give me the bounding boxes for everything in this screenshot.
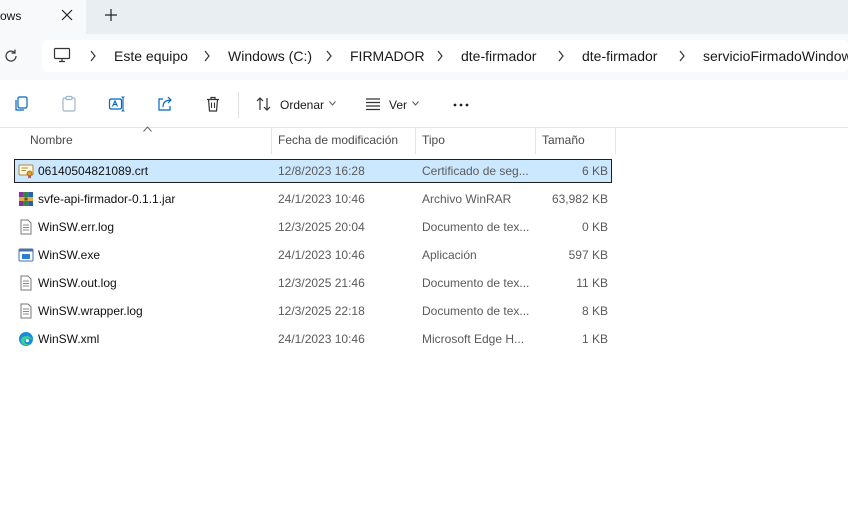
file-size: 6 KB [581, 164, 608, 178]
file-row[interactable]: WinSW.xml 24/1/2023 10:46 Microsoft Edge… [14, 327, 612, 351]
file-size: 63,982 KB [551, 192, 608, 206]
file-name: 06140504821089.crt [38, 164, 149, 178]
file-size: 597 KB [568, 248, 608, 262]
column-header-type[interactable]: Tipo [422, 133, 445, 147]
file-date: 12/3/2025 21:46 [278, 276, 365, 290]
chevron-right-icon[interactable] [89, 50, 97, 62]
breadcrumb-item[interactable]: Windows (C:) [228, 48, 312, 64]
sort-icon[interactable] [255, 95, 273, 113]
column-divider[interactable] [271, 128, 272, 154]
chevron-right-icon[interactable] [325, 50, 333, 62]
file-date: 12/3/2025 20:04 [278, 220, 365, 234]
file-type: Aplicación [422, 248, 477, 262]
sort-ascending-icon [143, 126, 152, 132]
command-bar [0, 80, 848, 128]
file-type: Documento de tex... [422, 276, 530, 290]
breadcrumb-item[interactable]: dte-firmador [461, 48, 536, 64]
new-tab-icon[interactable] [104, 8, 118, 22]
chevron-down-icon[interactable] [329, 101, 336, 106]
chevron-right-icon[interactable] [678, 50, 686, 62]
file-name: svfe-api-firmador-0.1.1.jar [38, 192, 176, 206]
text-file-icon [20, 303, 32, 319]
more-options-icon[interactable] [452, 95, 470, 113]
file-row[interactable]: WinSW.exe 24/1/2023 10:46 Aplicación 597… [14, 243, 612, 267]
file-name: WinSW.xml [38, 332, 100, 346]
chevron-right-icon[interactable] [436, 50, 444, 62]
breadcrumb-item[interactable]: dte-firmador [582, 48, 657, 64]
text-file-icon [20, 275, 32, 291]
delete-icon[interactable] [204, 95, 222, 113]
view-icon[interactable] [364, 95, 382, 113]
column-header-name[interactable]: Nombre [30, 133, 73, 147]
column-divider[interactable] [615, 128, 616, 154]
breadcrumb-item[interactable]: Este equipo [114, 48, 188, 64]
computer-icon[interactable] [53, 47, 71, 63]
sort-button[interactable]: Ordenar [280, 98, 324, 112]
tab-bar [0, 0, 848, 34]
close-icon[interactable] [60, 8, 74, 22]
tab-current[interactable]: ows [0, 0, 86, 34]
file-name: WinSW.wrapper.log [38, 304, 143, 318]
file-type: Documento de tex... [422, 304, 530, 318]
text-file-icon [20, 219, 32, 235]
file-row[interactable]: WinSW.out.log 12/3/2025 21:46 Documento … [14, 271, 612, 295]
certificate-icon [18, 164, 34, 179]
breadcrumb-item[interactable]: servicioFirmadoWindow [703, 48, 848, 64]
file-date: 24/1/2023 10:46 [278, 192, 365, 206]
share-icon[interactable] [156, 95, 174, 113]
paste-icon[interactable] [60, 95, 78, 113]
file-date: 12/8/2023 16:28 [278, 164, 365, 178]
refresh-icon[interactable] [3, 48, 19, 64]
edge-icon [19, 332, 33, 346]
file-row[interactable]: svfe-api-firmador-0.1.1.jar 24/1/2023 10… [14, 187, 612, 211]
winrar-icon [19, 192, 33, 206]
file-name: WinSW.exe [38, 248, 101, 262]
file-name: WinSW.out.log [38, 276, 117, 290]
file-name: WinSW.err.log [38, 220, 115, 234]
file-date: 12/3/2025 22:18 [278, 304, 365, 318]
chevron-down-icon[interactable] [412, 101, 419, 106]
file-size: 8 KB [581, 304, 608, 318]
file-date: 24/1/2023 10:46 [278, 248, 365, 262]
file-row[interactable]: WinSW.wrapper.log 12/3/2025 22:18 Docume… [14, 299, 612, 323]
copy-icon[interactable] [12, 95, 30, 113]
column-header-date[interactable]: Fecha de modificación [278, 133, 398, 147]
tab-title: ows [0, 9, 22, 23]
file-type: Documento de tex... [422, 220, 530, 234]
breadcrumb-item[interactable]: FIRMADOR [350, 48, 425, 64]
file-type: Archivo WinRAR [422, 192, 512, 206]
column-divider[interactable] [415, 128, 416, 154]
file-row[interactable]: WinSW.err.log 12/3/2025 20:04 Documento … [14, 215, 612, 239]
file-size: 11 KB [576, 276, 608, 290]
view-button[interactable]: Ver [389, 98, 407, 112]
file-type: Microsoft Edge H... [422, 332, 525, 346]
file-type: Certificado de seg... [422, 164, 529, 178]
chevron-right-icon[interactable] [203, 50, 211, 62]
file-row[interactable]: 06140504821089.crt 12/8/2023 16:28 Certi… [14, 159, 612, 183]
file-size: 1 KB [581, 332, 608, 346]
column-divider[interactable] [535, 128, 536, 154]
toolbar-separator [238, 92, 239, 118]
column-header-size[interactable]: Tamaño [542, 133, 585, 147]
application-icon [18, 248, 34, 262]
rename-icon[interactable] [108, 95, 126, 113]
chevron-right-icon[interactable] [557, 50, 565, 62]
file-date: 24/1/2023 10:46 [278, 332, 365, 346]
file-size: 0 KB [581, 220, 608, 234]
